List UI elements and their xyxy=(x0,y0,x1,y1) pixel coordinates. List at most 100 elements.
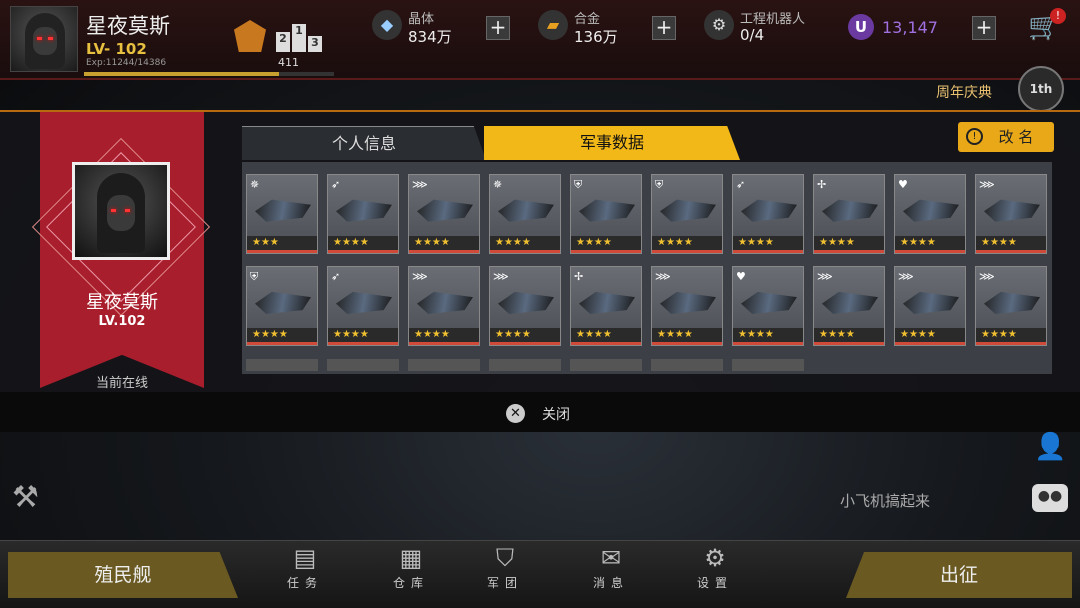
ship-class-icon: ⋙ xyxy=(898,270,914,284)
ship-stars: ★★★★ xyxy=(328,236,398,253)
player-avatar[interactable] xyxy=(10,6,78,72)
ship-card[interactable]: ⋙ ★★★★ xyxy=(813,266,885,347)
ship-image xyxy=(255,291,311,315)
sortie-button[interactable]: 出征 xyxy=(846,552,1072,598)
ship-stars: ★★★★ xyxy=(814,236,884,253)
anniversary-icon[interactable]: 1th xyxy=(1018,66,1064,112)
premium-currency-value: 13,147 xyxy=(882,18,938,37)
tab-military-data[interactable]: 军事数据 xyxy=(484,126,740,160)
nav-warehouse[interactable]: ▦ 仓库 xyxy=(376,544,446,604)
ship-card[interactable]: ♥ ★★★★ xyxy=(894,174,966,254)
ship-card[interactable]: ➶ ★★★★ xyxy=(327,266,399,347)
cart-badge: ! xyxy=(1050,8,1066,24)
ship-image xyxy=(498,291,554,315)
premium-currency-icon: U xyxy=(848,14,874,40)
ship-card[interactable]: ➶ ★★★★ xyxy=(732,174,804,254)
ship-class-icon: ✵ xyxy=(250,178,260,191)
ship-stars: ★★★★ xyxy=(490,328,560,346)
add-crystal-button[interactable]: + xyxy=(486,16,510,40)
ship-class-icon: ⋙ xyxy=(412,178,428,191)
player-name: 星夜莫斯 xyxy=(86,14,170,38)
ship-image xyxy=(903,199,959,222)
ship-card[interactable]: ⋙ ★★★★ xyxy=(408,174,480,254)
nav-label: 设置 xyxy=(696,576,733,590)
add-alloy-button[interactable]: + xyxy=(652,16,676,40)
wrench-icon[interactable]: ⚒ xyxy=(12,480,39,515)
ship-card[interactable]: ⋙ ★★★★ xyxy=(489,266,561,347)
nav-legion[interactable]: ⛉ 军团 xyxy=(470,544,540,604)
tab-personal-info[interactable]: 个人信息 xyxy=(242,126,486,160)
ship-card[interactable]: ➶ ★★★★ xyxy=(327,174,399,254)
resource-crystal: ◆ 晶体 834万 xyxy=(372,8,482,48)
nav-label: 任务 xyxy=(286,576,323,590)
ship-class-icon: ⋙ xyxy=(412,270,428,284)
ship-card[interactable]: ✢ ★★★★ xyxy=(570,266,642,347)
profile-portrait xyxy=(72,162,170,260)
ship-card-empty xyxy=(570,358,642,371)
ship-image xyxy=(417,199,473,222)
settings-icon: ⚙ xyxy=(704,544,726,572)
message-icon: ✉ xyxy=(600,544,622,572)
close-label[interactable]: 关闭 xyxy=(542,404,570,424)
ship-stars: ★★★★ xyxy=(571,236,641,253)
ship-class-icon: ♥ xyxy=(898,178,908,191)
ship-stars: ★★★ xyxy=(247,236,317,253)
ship-image xyxy=(417,291,473,315)
ship-class-icon: ⛨ xyxy=(250,270,259,284)
chat-button[interactable]: ●● xyxy=(1032,484,1068,512)
online-status: 当前在线 xyxy=(95,376,148,391)
anniversary-label[interactable]: 周年庆典 xyxy=(936,82,992,102)
ship-image xyxy=(903,291,959,315)
ship-card[interactable]: ⛨ ★★★★ xyxy=(570,174,642,254)
ship-stars: ★★★★ xyxy=(652,328,722,346)
nav-settings[interactable]: ⚙ 设置 xyxy=(680,544,750,604)
ship-card[interactable]: ✵ ★★★★ xyxy=(489,174,561,254)
ship-stars: ★★★★ xyxy=(895,328,965,346)
ship-card-empty xyxy=(408,358,480,371)
rank-emblem-icon[interactable] xyxy=(234,20,266,52)
ship-image xyxy=(984,291,1040,315)
ship-grid: ✵ ★★★ ➶ ★★★★ ⋙ ★★★★ ✵ ★★★★ ⛨ ★★★★ ⛨ ★★★★ ➶ ★★★★ ✢ ★★★★ ♥… xyxy=(242,162,1052,374)
nav-message[interactable]: ✉ 消息 xyxy=(576,544,646,604)
ship-card-empty xyxy=(651,358,723,371)
ship-card[interactable]: ✵ ★★★ xyxy=(246,174,318,254)
player-exp: Exp:11244/14386 xyxy=(86,58,167,68)
crystal-icon: ◆ xyxy=(372,10,402,40)
robot-icon: ⚙ xyxy=(704,10,734,40)
ship-stars: ★★★★ xyxy=(247,328,317,346)
ship-class-icon: ⋙ xyxy=(817,270,833,284)
ship-class-icon: ✵ xyxy=(493,178,503,191)
ship-image xyxy=(660,199,716,222)
ship-card[interactable]: ⋙ ★★★★ xyxy=(975,174,1047,254)
ship-image xyxy=(336,291,392,315)
rename-button[interactable]: ! 改 名 xyxy=(958,122,1054,152)
ship-stars: ★★★★ xyxy=(409,236,479,253)
close-bar[interactable] xyxy=(0,392,1080,432)
ship-card[interactable]: ⋙ ★★★★ xyxy=(975,266,1047,347)
ship-card[interactable]: ✢ ★★★★ xyxy=(813,174,885,254)
colony-ship-button[interactable]: 殖民舰 xyxy=(8,552,238,598)
ship-stars: ★★★★ xyxy=(895,236,965,253)
ship-card[interactable]: ⋙ ★★★★ xyxy=(408,266,480,347)
ship-card[interactable]: ⛨ ★★★★ xyxy=(246,266,318,347)
friend-icon[interactable]: 👤 xyxy=(1034,432,1066,462)
add-currency-button[interactable]: + xyxy=(972,16,996,40)
close-icon[interactable]: ✕ xyxy=(506,404,525,423)
ship-class-icon: ⋙ xyxy=(979,178,995,191)
player-level: LV- 102 xyxy=(86,40,147,58)
ship-card[interactable]: ♥ ★★★★ xyxy=(732,266,804,347)
ship-card[interactable]: ⛨ ★★★★ xyxy=(651,174,723,254)
ship-card[interactable]: ⋙ ★★★★ xyxy=(894,266,966,347)
ship-class-icon: ⋙ xyxy=(655,270,671,284)
ship-class-icon: ♥ xyxy=(736,270,746,284)
resource-robot: ⚙ 工程机器人 0/4 xyxy=(704,8,834,48)
ship-class-icon: ⋙ xyxy=(493,270,509,284)
ship-class-icon: ✢ xyxy=(817,178,827,191)
ship-card[interactable]: ⋙ ★★★★ xyxy=(651,266,723,347)
ship-image xyxy=(255,199,311,222)
nav-mission[interactable]: ▤ 任务 xyxy=(270,544,340,604)
podium-icon[interactable]: 2 1 3 xyxy=(276,22,322,52)
ship-image xyxy=(660,291,716,315)
ship-stars: ★★★★ xyxy=(733,236,803,253)
ship-stars: ★★★★ xyxy=(490,236,560,253)
